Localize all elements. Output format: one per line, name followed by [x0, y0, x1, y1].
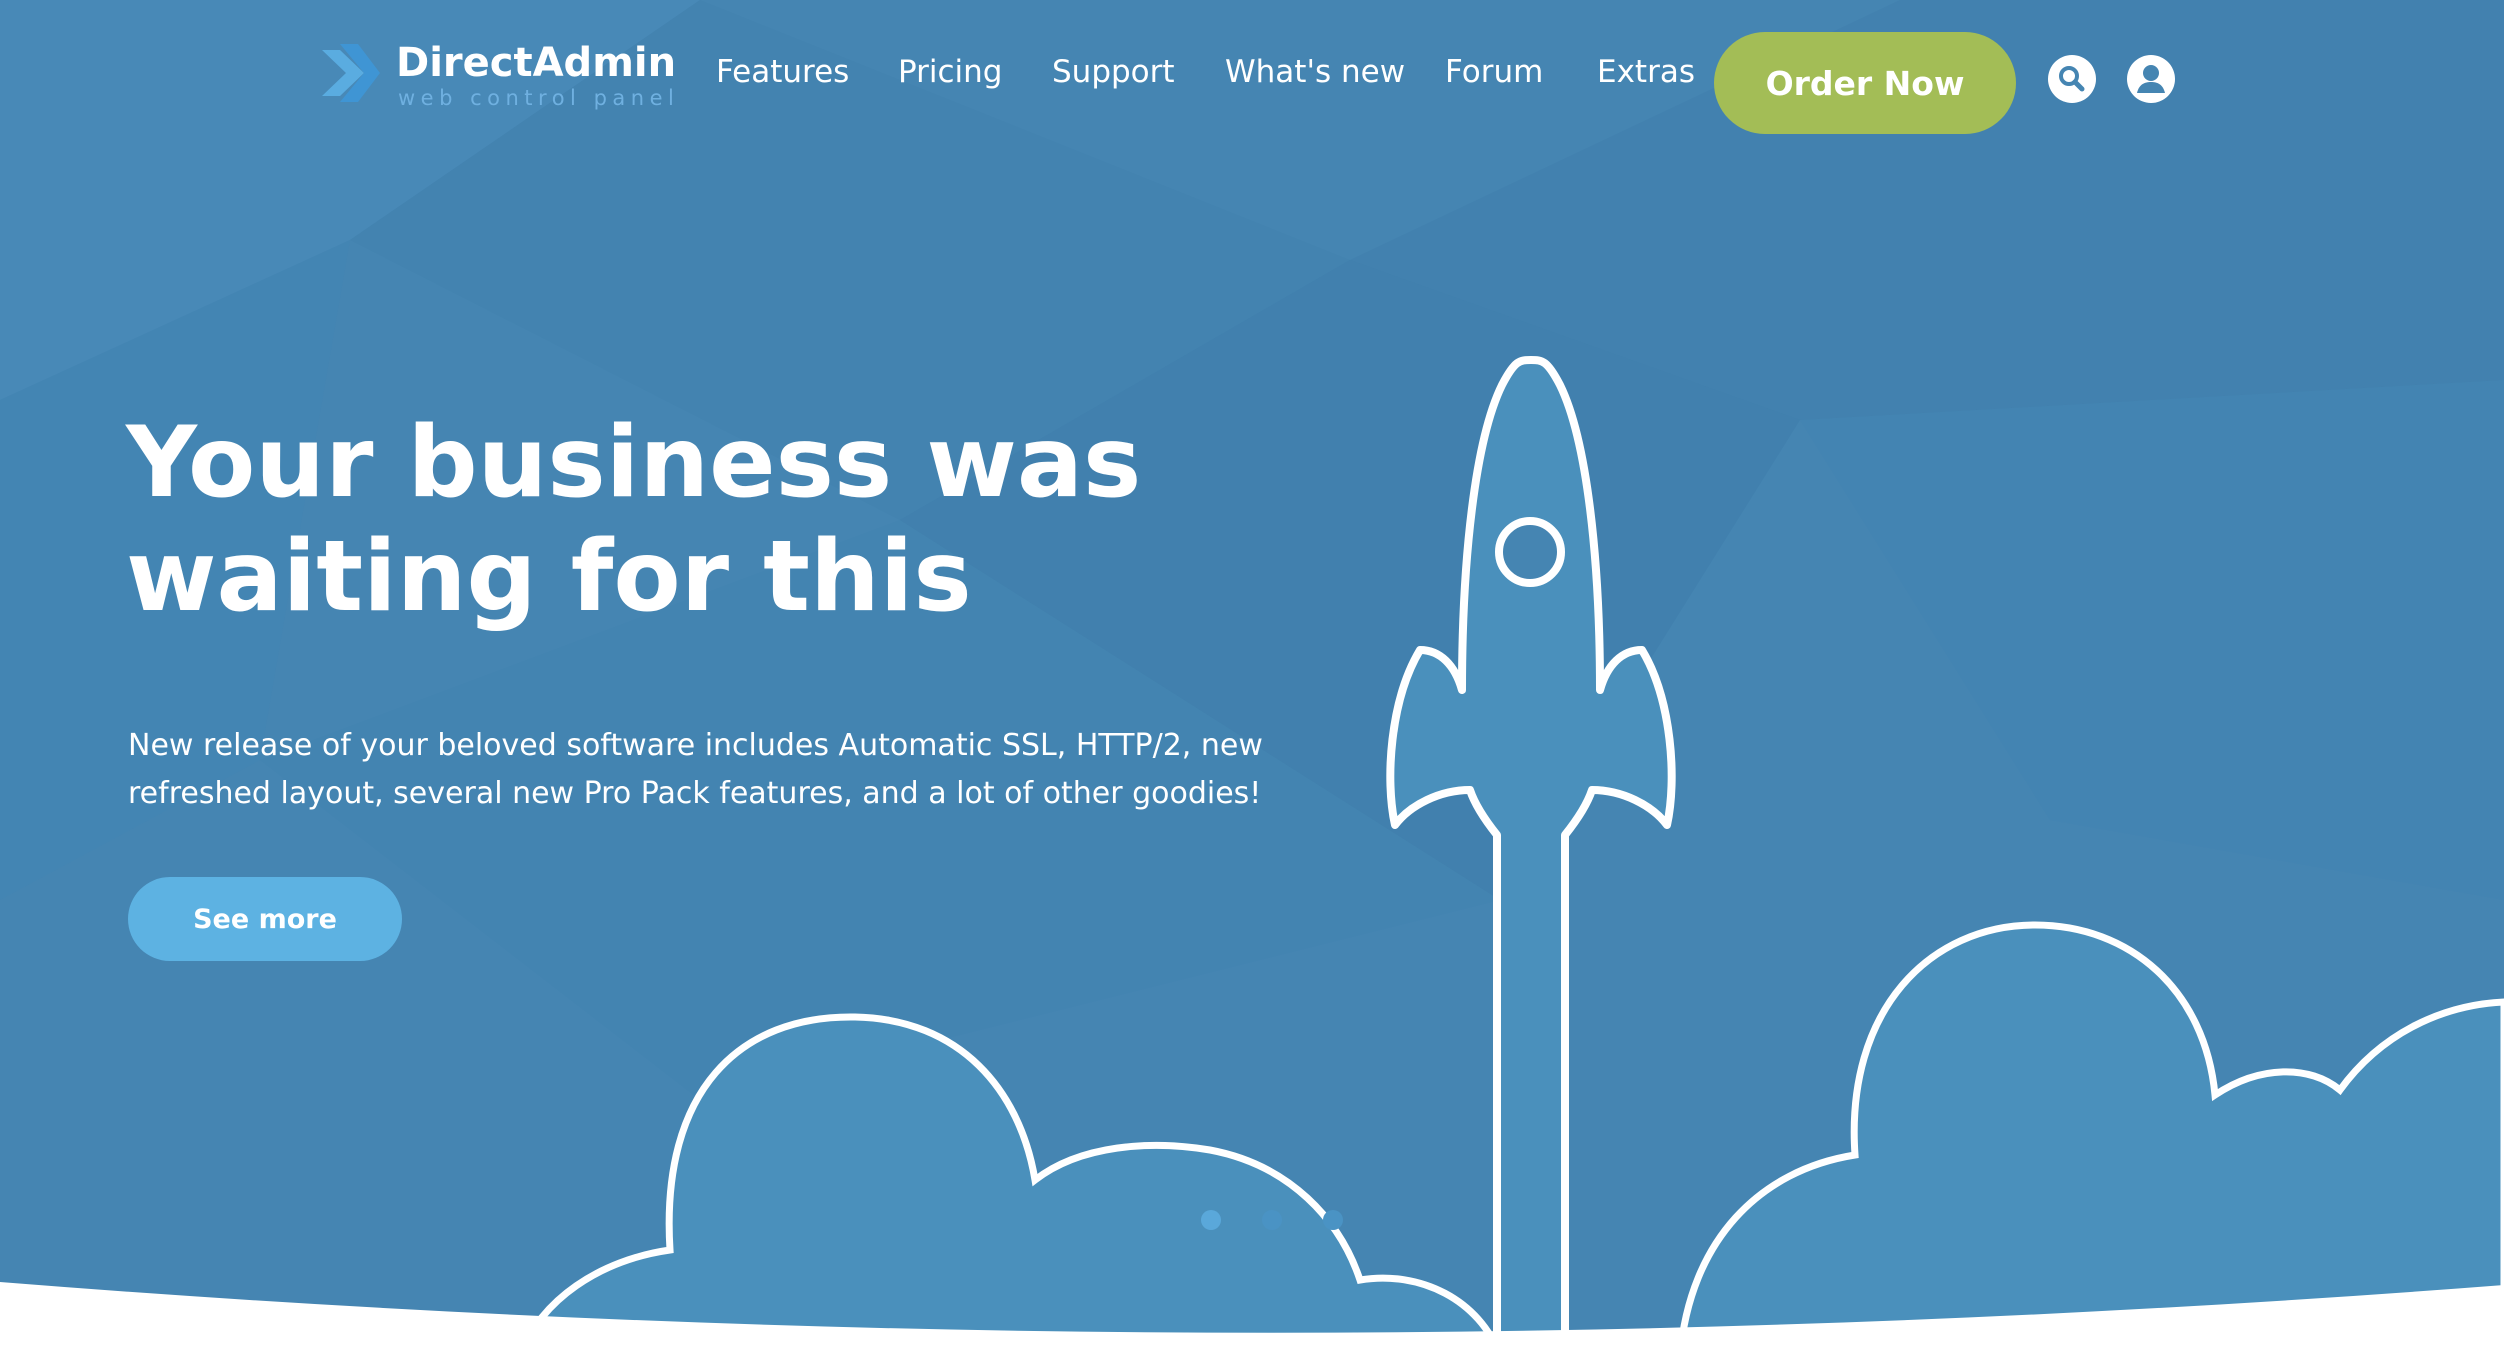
page: DirectAdmin web control panel Features P… — [0, 0, 2504, 1356]
logo[interactable]: DirectAdmin web control panel — [318, 36, 676, 110]
user-account-icon — [2137, 65, 2165, 93]
hero-description: New release of your beloved software inc… — [128, 728, 1263, 811]
carousel-dot-2[interactable] — [1262, 1210, 1282, 1230]
hero-title-line-1: Your business was — [126, 406, 1142, 520]
carousel-dot-3[interactable] — [1323, 1210, 1343, 1230]
nav-link-whats-new[interactable]: What's new — [1225, 54, 1405, 90]
logo-name: DirectAdmin — [396, 40, 677, 86]
nav-link-pricing[interactable]: Pricing — [898, 54, 1003, 90]
hero-title-line-2: waiting for this — [126, 520, 972, 634]
see-more-button[interactable]: See more — [128, 877, 402, 961]
directadmin-chevron-icon — [322, 44, 380, 102]
top-navigation: DirectAdmin web control panel Features P… — [0, 0, 2504, 160]
hero-background — [0, 0, 2504, 1356]
nav-link-support[interactable]: Support — [1052, 54, 1175, 90]
nav-link-features[interactable]: Features — [716, 54, 849, 90]
nav-link-forum[interactable]: Forum — [1445, 54, 1543, 90]
hero-title: Your business was waiting for this — [126, 406, 1326, 634]
logo-tagline: web control panel — [398, 86, 680, 110]
order-now-button[interactable]: Order Now — [1714, 32, 2016, 134]
search-icon — [2059, 66, 2085, 92]
carousel-dot-1[interactable] — [1201, 1210, 1221, 1230]
account-button[interactable] — [2127, 55, 2175, 103]
search-button[interactable] — [2048, 55, 2096, 103]
nav-link-extras[interactable]: Extras — [1597, 54, 1695, 90]
